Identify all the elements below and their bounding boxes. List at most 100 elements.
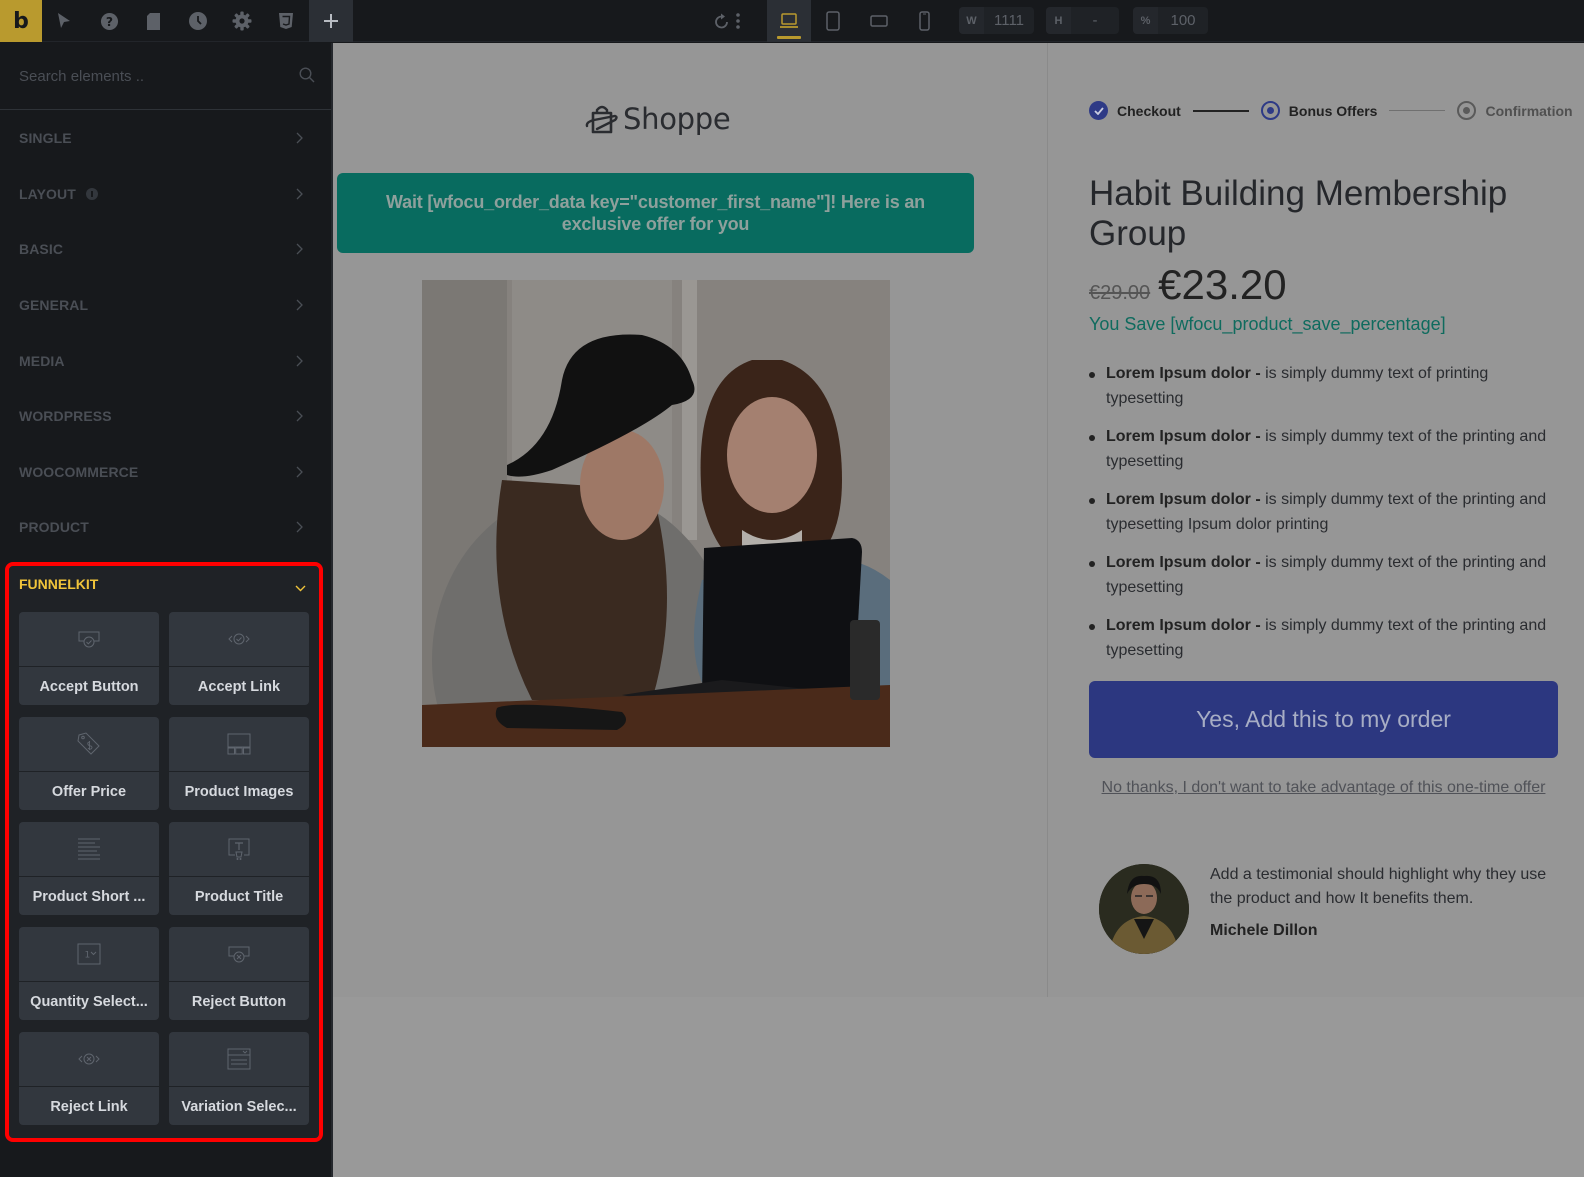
brand-logo[interactable]: Shoppe <box>585 102 731 136</box>
height-value[interactable]: - <box>1071 12 1119 29</box>
element-quantity-selector[interactable]: 1 Quantity Select... <box>19 927 159 1020</box>
product-image[interactable] <box>422 280 890 747</box>
chevron-down-icon[interactable] <box>295 579 306 597</box>
category-label: SINGLE <box>19 130 72 146</box>
product-short-description: Lorem Ipsum dolor - is simply dummy text… <box>1089 361 1567 676</box>
accept-link-icon <box>169 612 309 667</box>
step-connector <box>1192 109 1249 112</box>
element-label: Accept Link <box>197 678 281 695</box>
offer-page: Shoppe Wait [wfocu_order_data key="custo… <box>333 43 1584 997</box>
device-landscape-button[interactable] <box>857 0 901 42</box>
step-checkout: Checkout <box>1117 102 1181 119</box>
help-icon[interactable]: ? <box>87 0 131 42</box>
category-single[interactable]: SINGLE <box>0 110 331 166</box>
save-percentage: You Save [wfocu_product_save_percentage] <box>1089 314 1446 334</box>
feature-title: Lorem Ipsum dolor - <box>1106 554 1261 571</box>
device-tablet-button[interactable] <box>811 0 855 42</box>
element-label: Reject Button <box>191 993 287 1010</box>
settings-icon[interactable] <box>220 0 264 42</box>
element-offer-price[interactable]: Offer Price <box>19 717 159 810</box>
brand-name: Shoppe <box>623 102 731 136</box>
reject-offer-link[interactable]: No thanks, I don't want to take advantag… <box>1089 779 1558 797</box>
device-desktop-button[interactable] <box>767 0 811 42</box>
element-product-short-description[interactable]: Product Short ... <box>19 822 159 915</box>
category-label: GENERAL <box>19 297 89 313</box>
feature-item: Lorem Ipsum dolor - is simply dummy text… <box>1089 424 1567 474</box>
width-value[interactable]: 1111 <box>984 12 1034 29</box>
mobile-icon <box>918 11 930 31</box>
logo-letter: b <box>13 8 29 34</box>
laptop-icon <box>780 13 798 28</box>
mobile-landscape-icon <box>870 15 888 27</box>
category-label: WOOCOMMERCE <box>19 464 139 480</box>
element-accept-button[interactable]: Accept Button <box>19 612 159 705</box>
accept-button-icon <box>19 612 159 667</box>
info-icon[interactable] <box>85 188 98 200</box>
device-mobile-button[interactable] <box>902 0 946 42</box>
category-label: WORDPRESS <box>19 408 112 424</box>
element-product-images[interactable]: Product Images <box>169 717 309 810</box>
category-label: PRODUCT <box>19 519 89 535</box>
offer-price: €29.00 €23.20 <box>1089 261 1287 309</box>
feature-title: Lorem Ipsum dolor - <box>1106 617 1261 634</box>
chevron-right-icon <box>296 131 303 149</box>
builder-canvas[interactable]: Shoppe Wait [wfocu_order_data key="custo… <box>333 43 1584 1177</box>
chevron-right-icon <box>296 298 303 316</box>
offer-banner[interactable]: Wait [wfocu_order_data key="customer_fir… <box>337 173 974 253</box>
zoom-value[interactable]: 100 <box>1158 12 1208 29</box>
element-search <box>0 43 331 110</box>
search-input[interactable] <box>19 65 289 87</box>
chevron-right-icon <box>296 409 303 427</box>
height-field[interactable]: H - <box>1046 7 1119 34</box>
quantity-select-icon: 1 <box>19 927 159 982</box>
width-field[interactable]: W 1111 <box>959 7 1034 34</box>
element-label: Product Title <box>194 888 284 905</box>
pointer-icon[interactable] <box>42 0 86 42</box>
category-funnelkit: FUNNELKIT Accept Button Accept Link Offe… <box>5 562 323 1142</box>
element-reject-button[interactable]: Reject Button <box>169 927 309 1020</box>
element-reject-link[interactable]: Reject Link <box>19 1032 159 1125</box>
add-element-button[interactable] <box>309 0 353 42</box>
accept-offer-button[interactable]: Yes, Add this to my order <box>1089 681 1558 758</box>
category-wordpress[interactable]: WORDPRESS <box>0 388 331 444</box>
feature-item: Lorem Ipsum dolor - is simply dummy text… <box>1089 550 1567 600</box>
builder-logo-button[interactable]: b <box>0 0 42 42</box>
category-basic[interactable]: BASIC <box>0 221 331 277</box>
text-lines-icon <box>19 822 159 877</box>
history-icon[interactable] <box>176 0 220 42</box>
testimonial-avatar <box>1099 864 1189 954</box>
category-label: LAYOUT <box>19 186 76 202</box>
element-label: Product Images <box>184 783 294 800</box>
feature-item: Lorem Ipsum dolor - is simply dummy text… <box>1089 487 1567 537</box>
chevron-right-icon <box>296 465 303 483</box>
element-accept-link[interactable]: Accept Link <box>169 612 309 705</box>
category-product[interactable]: PRODUCT <box>0 499 331 555</box>
sale-price: €23.20 <box>1158 261 1287 308</box>
search-icon[interactable] <box>299 67 315 88</box>
chevron-right-icon <box>296 520 303 538</box>
variation-select-icon <box>169 1032 309 1087</box>
checkout-steps: Checkout Bonus Offers Confirmation <box>1089 101 1573 120</box>
step-bonus-offers: Bonus Offers <box>1288 102 1378 119</box>
element-label: Reject Link <box>50 1098 128 1115</box>
css3-icon[interactable] <box>264 0 308 42</box>
category-label: MEDIA <box>19 353 65 369</box>
more-options-icon[interactable] <box>726 0 750 42</box>
chevron-right-icon <box>296 354 303 372</box>
category-woocommerce[interactable]: WOOCOMMERCE <box>0 444 331 500</box>
category-general[interactable]: GENERAL <box>0 277 331 333</box>
top-toolbar: b ? W 1111 H - % 100 <box>0 0 1584 42</box>
category-layout[interactable]: LAYOUT <box>0 166 331 222</box>
chevron-right-icon <box>296 187 303 205</box>
funnelkit-header[interactable]: FUNNELKIT <box>19 576 98 592</box>
element-product-title[interactable]: Product Title <box>169 822 309 915</box>
shopping-bag-icon <box>585 105 618 134</box>
page-icon[interactable] <box>131 0 175 42</box>
elements-sidebar: SINGLE LAYOUT BASIC GENERAL MEDIA WORDPR… <box>0 43 333 1177</box>
plus-icon <box>324 14 338 28</box>
element-label: Variation Selec... <box>181 1098 297 1115</box>
zoom-field[interactable]: % 100 <box>1133 7 1208 34</box>
element-variation-selector[interactable]: Variation Selec... <box>169 1032 309 1125</box>
category-media[interactable]: MEDIA <box>0 333 331 389</box>
element-label: Quantity Select... <box>30 993 148 1010</box>
